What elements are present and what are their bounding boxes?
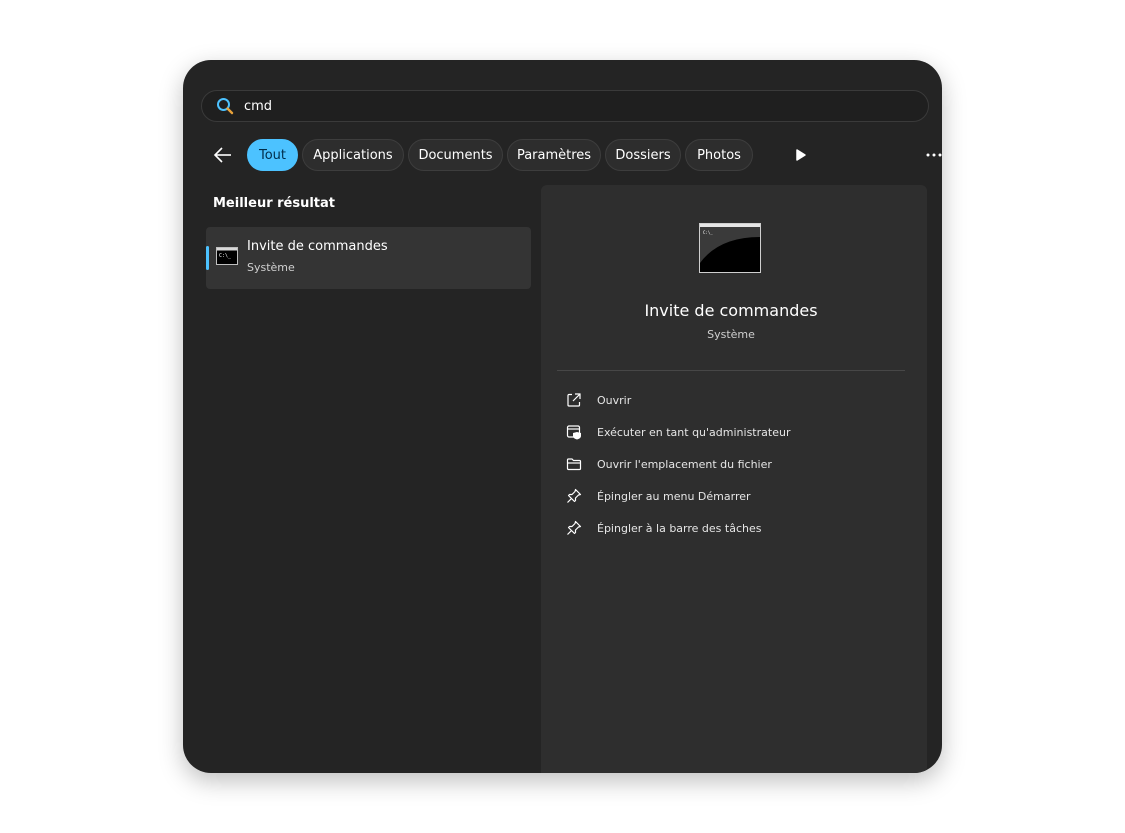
back-arrow-icon xyxy=(213,147,231,163)
best-result-item[interactable]: C:\_ Invite de commandes Système xyxy=(206,227,531,289)
admin-shield-icon xyxy=(565,423,583,441)
search-window: Tout Applications Documents Paramètres D… xyxy=(183,60,942,773)
search-input[interactable] xyxy=(244,98,884,114)
tab-documents[interactable]: Documents xyxy=(408,139,503,171)
detail-title: Invite de commandes xyxy=(644,301,818,320)
svg-text:C:\_: C:\_ xyxy=(219,253,232,259)
search-icon xyxy=(216,97,234,115)
action-run-as-admin[interactable]: Exécuter en tant qu'administrateur xyxy=(565,420,895,444)
action-label: Exécuter en tant qu'administrateur xyxy=(597,425,791,439)
search-box[interactable] xyxy=(201,90,929,122)
overflow-menu-button[interactable] xyxy=(923,149,942,161)
folder-icon xyxy=(565,455,583,473)
action-pin-start[interactable]: Épingler au menu Démarrer xyxy=(565,484,895,508)
back-button[interactable] xyxy=(213,145,233,165)
tab-applications[interactable]: Applications xyxy=(302,139,404,171)
tab-all[interactable]: Tout xyxy=(247,139,298,171)
divider xyxy=(557,370,905,371)
tab-photos[interactable]: Photos xyxy=(685,139,753,171)
filter-bar: Tout Applications Documents Paramètres D… xyxy=(207,139,942,171)
action-pin-taskbar[interactable]: Épingler à la barre des tâches xyxy=(565,516,895,540)
action-label: Ouvrir xyxy=(597,393,632,407)
detail-panel: C:\_ Invite de commandes Système Ouvrir xyxy=(541,185,927,773)
tab-settings[interactable]: Paramètres xyxy=(507,139,601,171)
action-label: Épingler au menu Démarrer xyxy=(597,489,751,503)
svg-text:C:\_: C:\_ xyxy=(703,230,713,235)
open-external-icon xyxy=(565,391,583,409)
action-open-file-location[interactable]: Ouvrir l'emplacement du fichier xyxy=(565,452,895,476)
pin-icon xyxy=(565,519,583,537)
best-result-heading: Meilleur résultat xyxy=(213,196,336,211)
detail-subtitle: Système xyxy=(707,328,755,341)
tab-folders[interactable]: Dossiers xyxy=(605,139,681,171)
more-dots-icon xyxy=(926,153,942,157)
result-title: Invite de commandes xyxy=(247,239,388,254)
pin-icon xyxy=(565,487,583,505)
action-open[interactable]: Ouvrir xyxy=(565,388,895,412)
selection-indicator xyxy=(206,246,209,270)
more-filters-button[interactable] xyxy=(794,147,808,163)
result-subtitle: Système xyxy=(247,261,295,274)
command-prompt-icon: C:\_ xyxy=(699,223,761,273)
action-label: Ouvrir l'emplacement du fichier xyxy=(597,457,772,471)
command-prompt-icon: C:\_ xyxy=(216,247,238,265)
action-label: Épingler à la barre des tâches xyxy=(597,521,762,535)
play-icon xyxy=(796,149,806,161)
